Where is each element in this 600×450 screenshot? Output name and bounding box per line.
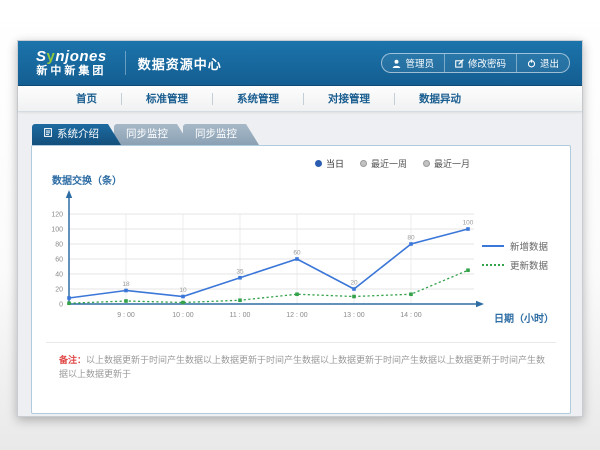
time-range-options: 当日 最近一周 最近一月 [315, 157, 470, 170]
note-text: 以上数据更新于时间产生数据以上数据更新于时间产生数据以上数据更新于时间产生数据以… [59, 355, 545, 379]
legend-item-updated-data: 更新数据 [482, 255, 556, 274]
svg-text:100: 100 [51, 227, 63, 234]
tab-strip: 系统介绍 同步监控 同步监控 [32, 124, 569, 145]
chart-panel: 当日 最近一周 最近一月 数据交换（条） 0204060801001209 : … [31, 145, 571, 414]
svg-text:20: 20 [55, 287, 63, 294]
radio-last-month[interactable]: 最近一月 [423, 157, 470, 170]
chart-legend: 新增数据 更新数据 [482, 236, 556, 274]
company-name: 新中新集团 [36, 66, 106, 78]
svg-text:14 : 00: 14 : 00 [400, 312, 422, 319]
header-divider [125, 51, 126, 75]
app-window: Synjones 新中新集团 数据资源中心 管理员 修改密码 [17, 40, 583, 417]
document-icon [44, 124, 52, 145]
radio-last-week[interactable]: 最近一周 [360, 157, 407, 170]
blue-line-swatch-icon [482, 245, 504, 247]
radio-dot-icon [423, 160, 430, 167]
content-area: 系统介绍 同步监控 同步监控 当日 最近一周 [18, 112, 582, 414]
tab-system-intro[interactable]: 系统介绍 [32, 124, 121, 145]
power-icon [527, 59, 536, 68]
tab-sync-monitor-2[interactable]: 同步监控 [183, 124, 259, 145]
svg-text:11 : 00: 11 : 00 [230, 312, 251, 319]
footer-note: 备注：以上数据更新于时间产生数据以上数据更新于时间产生数据以上数据更新于时间产生… [59, 354, 550, 381]
logout-button[interactable]: 退出 [516, 54, 569, 72]
user-icon [392, 59, 401, 68]
svg-text:100: 100 [463, 220, 474, 227]
svg-text:13 : 00: 13 : 00 [343, 312, 365, 319]
svg-text:10 : 00: 10 : 00 [172, 312, 194, 319]
svg-text:20: 20 [350, 280, 358, 287]
edit-icon [455, 59, 464, 68]
nav-item-interface-mgmt[interactable]: 对接管理 [304, 91, 394, 106]
change-password-button[interactable]: 修改密码 [444, 54, 516, 72]
svg-text:18: 18 [122, 281, 130, 288]
nav-item-data-change[interactable]: 数据异动 [395, 91, 485, 106]
svg-text:10: 10 [179, 287, 187, 294]
admin-user-button[interactable]: 管理员 [382, 54, 444, 72]
page-title: 数据资源中心 [138, 54, 222, 73]
nav-item-home[interactable]: 首页 [52, 91, 121, 106]
main-nav: 首页 标准管理 系统管理 对接管理 数据异动 [18, 86, 582, 112]
svg-text:60: 60 [293, 250, 301, 257]
legend-item-new-data: 新增数据 [482, 236, 556, 255]
svg-text:0: 0 [59, 302, 63, 309]
svg-text:80: 80 [407, 235, 415, 242]
tab-sync-monitor-1[interactable]: 同步监控 [114, 124, 190, 145]
note-divider [46, 342, 556, 343]
svg-text:12 : 00: 12 : 00 [286, 312, 308, 319]
svg-text:60: 60 [55, 257, 63, 264]
svg-text:35: 35 [236, 268, 244, 275]
x-axis-title: 日期（小时） [494, 310, 554, 325]
user-actions-group: 管理员 修改密码 退出 [381, 53, 570, 73]
nav-item-standard-mgmt[interactable]: 标准管理 [122, 91, 212, 106]
radio-dot-icon [360, 160, 367, 167]
radio-dot-icon [315, 160, 322, 167]
svg-text:40: 40 [55, 272, 63, 279]
company-logo: Synjones 新中新集团 [30, 49, 113, 77]
green-dotted-swatch-icon [482, 264, 504, 266]
nav-item-system-mgmt[interactable]: 系统管理 [213, 91, 303, 106]
svg-text:120: 120 [51, 212, 63, 219]
svg-text:9 : 00: 9 : 00 [117, 312, 135, 319]
brand-name: Synjones [36, 49, 107, 65]
note-prefix: 备注： [59, 355, 86, 365]
svg-text:80: 80 [55, 242, 63, 249]
app-header: Synjones 新中新集团 数据资源中心 管理员 修改密码 [18, 41, 582, 86]
radio-today[interactable]: 当日 [315, 157, 344, 170]
